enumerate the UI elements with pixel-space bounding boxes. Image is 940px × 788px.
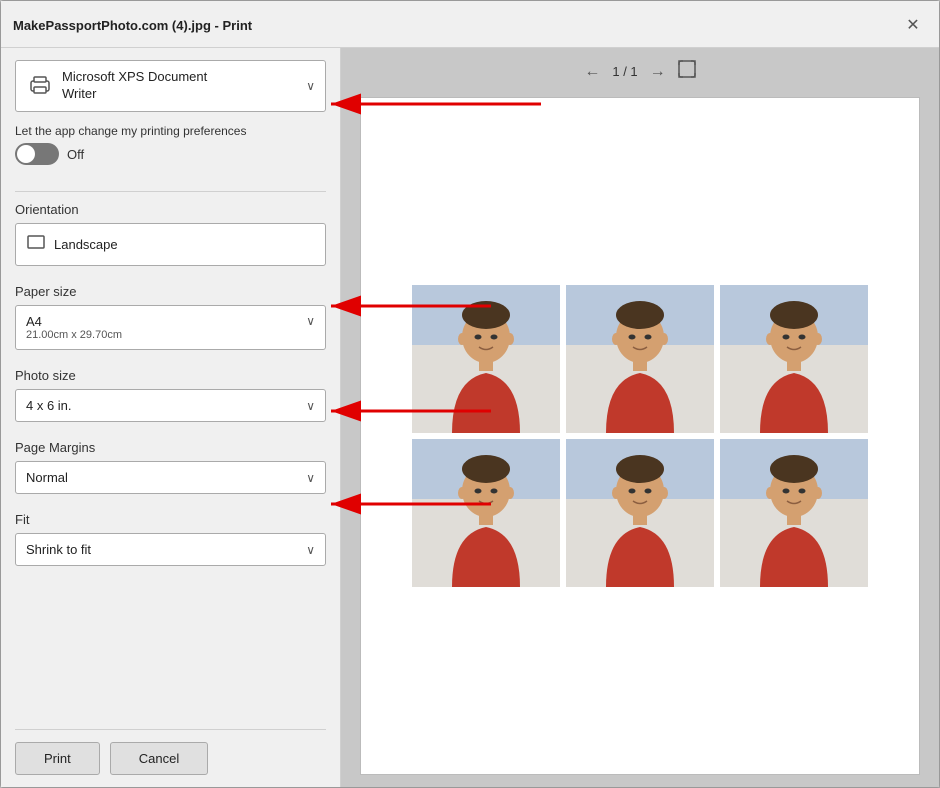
title-bar: MakePassportPhoto.com (4).jpg - Print ✕ xyxy=(1,1,939,48)
page-number: 1 / 1 xyxy=(612,64,637,79)
printer-icon xyxy=(26,72,54,100)
left-panel: Microsoft XPS Document Writer ∨ Let the … xyxy=(1,48,341,787)
photo-size-section: Photo size 4 x 6 in. ∨ xyxy=(15,368,326,436)
printer-chevron: ∨ xyxy=(306,79,315,93)
paper-size-dimensions: 21.00cm x 29.70cm xyxy=(26,329,122,341)
page-nav: ← 1 / 1 → xyxy=(353,60,927,83)
fit-chevron: ∨ xyxy=(306,543,315,557)
photo-size-label: Photo size xyxy=(15,368,326,383)
toggle-switch[interactable] xyxy=(15,143,59,165)
toggle-state: Off xyxy=(67,147,84,162)
photo-cell-5 xyxy=(566,439,714,587)
right-panel: ← 1 / 1 → xyxy=(341,48,939,787)
cancel-button[interactable]: Cancel xyxy=(110,742,208,775)
orientation-button[interactable]: Landscape xyxy=(15,223,326,266)
fit-dropdown[interactable]: Shrink to fit ∨ xyxy=(15,533,326,566)
photo-grid xyxy=(392,265,888,607)
page-margins-dropdown[interactable]: Normal ∨ xyxy=(15,461,326,494)
page-margins-section: Page Margins Normal ∨ xyxy=(15,440,326,508)
orientation-section: Orientation Landscape xyxy=(15,202,326,280)
photo-cell-4 xyxy=(412,439,560,587)
photo-cell-3 xyxy=(720,285,868,433)
landscape-icon xyxy=(26,232,46,257)
printer-section: Microsoft XPS Document Writer ∨ xyxy=(15,60,326,112)
orientation-value: Landscape xyxy=(54,237,118,252)
fit-section: Fit Shrink to fit ∨ xyxy=(15,512,326,580)
print-dialog: MakePassportPhoto.com (4).jpg - Print ✕ xyxy=(0,0,940,788)
orientation-label: Orientation xyxy=(15,202,326,217)
photo-cell-2 xyxy=(566,285,714,433)
print-button[interactable]: Print xyxy=(15,742,100,775)
printer-name: Microsoft XPS Document Writer xyxy=(62,69,207,103)
photo-size-chevron: ∨ xyxy=(306,399,315,413)
printer-dropdown-inner: Microsoft XPS Document Writer xyxy=(26,69,207,103)
toggle-label: Let the app change my printing preferenc… xyxy=(15,124,326,140)
printer-dropdown[interactable]: Microsoft XPS Document Writer ∨ xyxy=(15,60,326,112)
photo-size-value: 4 x 6 in. xyxy=(26,398,72,413)
next-page-button[interactable]: → xyxy=(650,63,666,81)
photo-cell-6 xyxy=(720,439,868,587)
page-margins-value: Normal xyxy=(26,470,68,485)
photo-cell-1 xyxy=(412,285,560,433)
photo-size-button[interactable]: 4 x 6 in. ∨ xyxy=(15,389,326,422)
toggle-row: Let the app change my printing preferenc… xyxy=(15,124,326,166)
print-preview xyxy=(360,97,920,775)
fit-label: Fit xyxy=(15,512,326,527)
close-button[interactable]: ✕ xyxy=(899,11,927,39)
fit-value: Shrink to fit xyxy=(26,542,91,557)
page-margins-chevron: ∨ xyxy=(306,471,315,485)
content-area: Microsoft XPS Document Writer ∨ Let the … xyxy=(1,48,939,787)
dialog-title: MakePassportPhoto.com (4).jpg - Print xyxy=(13,18,252,33)
paper-size-text: A4 21.00cm x 29.70cm xyxy=(26,314,122,341)
paper-size-label: Paper size xyxy=(15,284,326,299)
divider-1 xyxy=(15,191,326,192)
paper-size-section: Paper size A4 21.00cm x 29.70cm ∨ xyxy=(15,284,326,364)
paper-size-chevron: ∨ xyxy=(306,314,315,328)
prev-page-button[interactable]: ← xyxy=(584,63,600,81)
paper-size-button[interactable]: A4 21.00cm x 29.70cm ∨ xyxy=(15,305,326,350)
orientation-inner: Landscape xyxy=(26,232,118,257)
paper-size-value: A4 xyxy=(26,314,122,329)
page-margins-label: Page Margins xyxy=(15,440,326,455)
fullscreen-button[interactable] xyxy=(678,60,696,83)
